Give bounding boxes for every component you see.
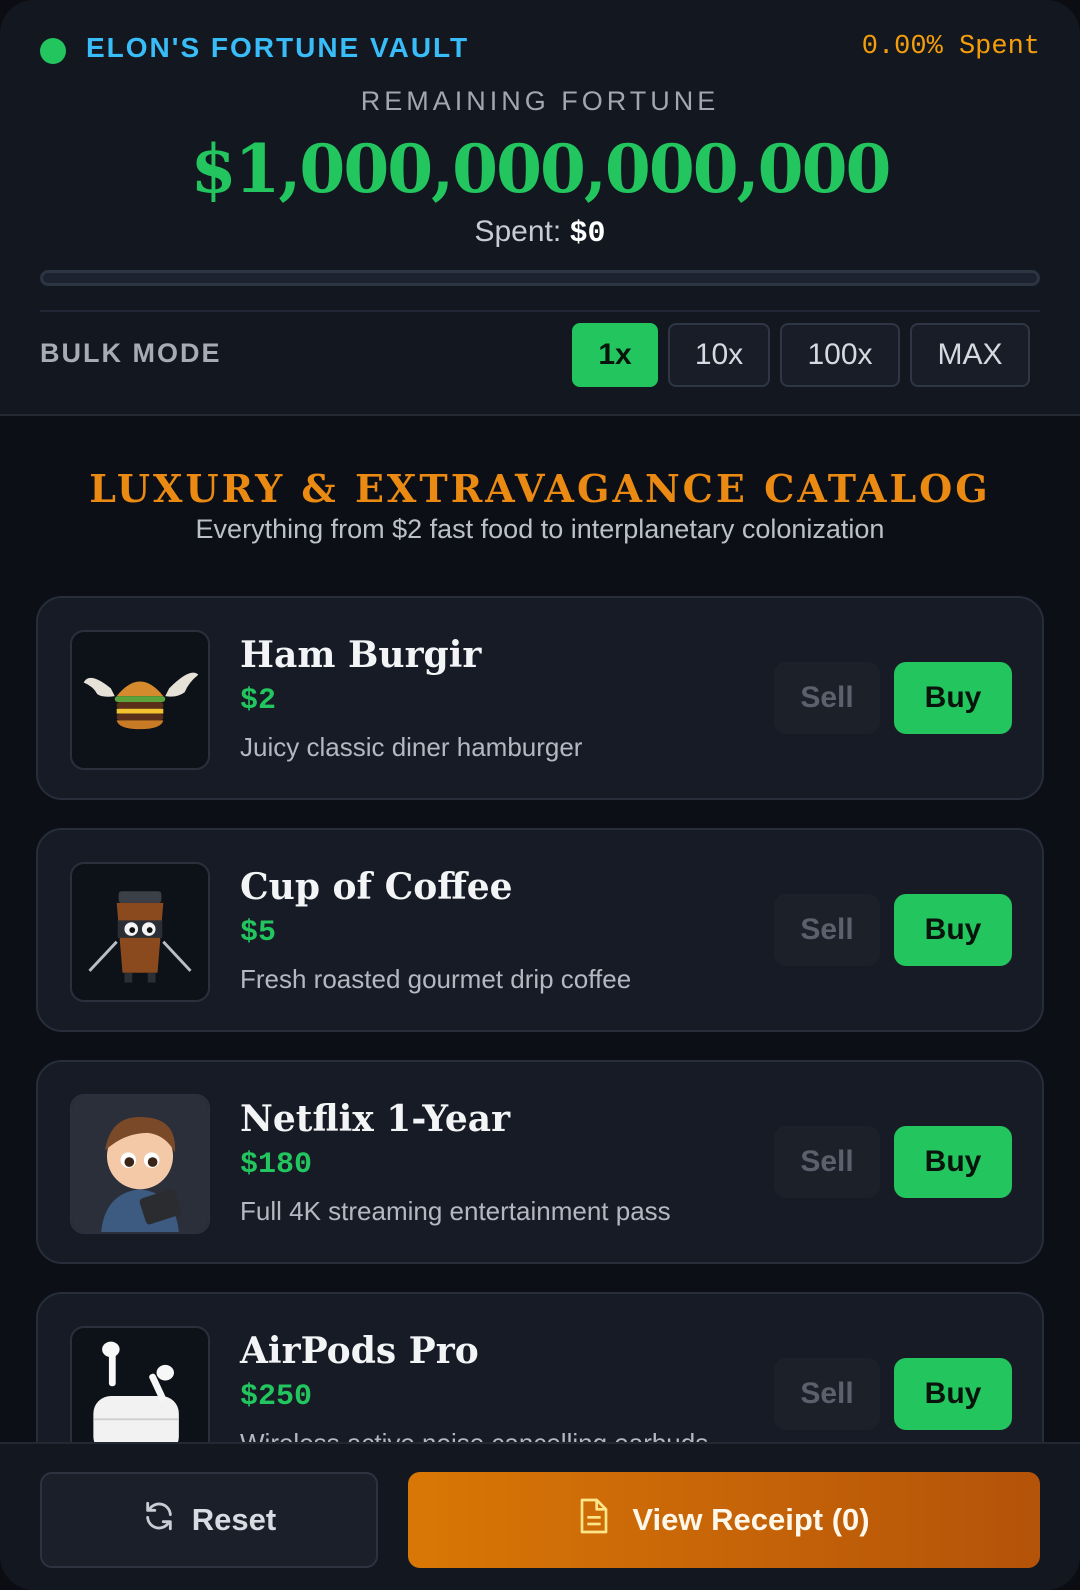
view-receipt-label: View Receipt (0) — [632, 1502, 870, 1537]
footer-bar: Reset View Receipt (0) — [0, 1442, 1080, 1590]
buy-button[interactable]: Buy — [894, 894, 1012, 966]
spent-label: Spent: — [474, 215, 562, 248]
status-indicator — [40, 38, 66, 64]
reset-button[interactable]: Reset — [40, 1472, 378, 1568]
buy-button[interactable]: Buy — [894, 1358, 1012, 1430]
fortune-vault-app: ELON'S FORTUNE VAULT 0.00% Spent REMAINI… — [0, 0, 1080, 1590]
item-price: $5 — [240, 916, 277, 950]
spending-progress-bar — [40, 270, 1040, 286]
ninja-coffee-cup-icon — [70, 862, 210, 1002]
sell-button[interactable]: Sell — [774, 894, 880, 966]
item-price: $2 — [240, 684, 277, 718]
bulk-10x-button[interactable]: 10x — [668, 323, 770, 387]
bulk-100x-button[interactable]: 100x — [780, 323, 900, 387]
catalog-item-card: Ham Burgir $2 Juicy classic diner hambur… — [36, 596, 1044, 800]
remaining-fortune-amount: $1,000,000,000,000 — [190, 130, 892, 208]
item-name: Cup of Coffee — [240, 866, 513, 908]
reset-label: Reset — [191, 1502, 277, 1537]
bulk-mode-label: BULK MODE — [40, 338, 222, 368]
boy-with-tablet-icon — [70, 1094, 210, 1234]
item-name: Ham Burgir — [240, 634, 482, 676]
buy-button[interactable]: Buy — [894, 662, 1012, 734]
item-price: $180 — [240, 1148, 313, 1182]
remaining-fortune-label: REMAINING FORTUNE — [360, 86, 720, 116]
item-price: $250 — [240, 1380, 313, 1414]
catalog-item-card: Cup of Coffee $5 Fresh roasted gourmet d… — [36, 828, 1044, 1032]
item-description: Full 4K streaming entertainment pass — [240, 1196, 671, 1226]
sell-button[interactable]: Sell — [774, 1358, 880, 1430]
winged-burger-icon — [70, 630, 210, 770]
sell-button[interactable]: Sell — [774, 662, 880, 734]
reset-icon — [142, 1499, 176, 1541]
catalog-title: LUXURY & EXTRAVAGANCE CATALOG — [89, 466, 991, 511]
header-divider — [40, 310, 1040, 312]
catalog-subtitle: Everything from $2 fast food to interpla… — [195, 514, 885, 544]
item-name: AirPods Pro — [240, 1330, 479, 1372]
vault-title: ELON'S FORTUNE VAULT — [86, 32, 470, 63]
spent-percent: 0.00% Spent — [861, 32, 1040, 62]
bulk-max-button[interactable]: MAX — [910, 323, 1030, 387]
item-name: Netflix 1-Year — [240, 1098, 511, 1140]
item-description: Juicy classic diner hamburger — [240, 732, 583, 762]
item-description: Fresh roasted gourmet drip coffee — [240, 964, 632, 994]
catalog-item-card: Netflix 1-Year $180 Full 4K streaming en… — [36, 1060, 1044, 1264]
sell-button[interactable]: Sell — [774, 1126, 880, 1198]
view-receipt-button[interactable]: View Receipt (0) — [408, 1472, 1040, 1568]
spent-value: $0 — [569, 217, 606, 251]
header-panel: ELON'S FORTUNE VAULT 0.00% Spent REMAINI… — [0, 0, 1080, 416]
receipt-document-icon — [578, 1497, 610, 1543]
buy-button[interactable]: Buy — [894, 1126, 1012, 1198]
spent-summary: Spent: $0 — [0, 215, 1080, 251]
bulk-1x-button[interactable]: 1x — [572, 323, 658, 387]
